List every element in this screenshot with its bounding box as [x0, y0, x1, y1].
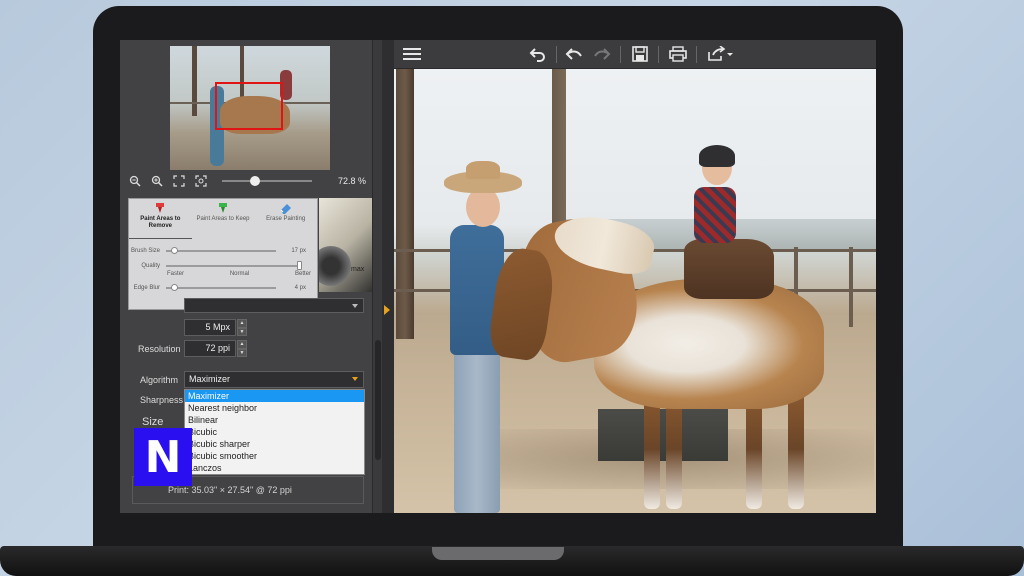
navigator-preview[interactable]: [170, 46, 330, 170]
pixels-stepper[interactable]: ▲ ▼: [237, 319, 247, 336]
remove-brush-icon: [156, 203, 165, 213]
brand-logo: N: [134, 428, 192, 486]
edge-blur-slider[interactable]: [166, 283, 276, 291]
dropdown-option[interactable]: Bicubic: [185, 426, 364, 438]
resolution-row: Resolution 72 ppi ▲ ▼: [138, 340, 247, 357]
sharpness-row: Sharpness: [140, 395, 183, 405]
collapse-arrow-icon[interactable]: [384, 305, 390, 315]
resolution-label: Resolution: [138, 343, 181, 354]
tab-erase-painting[interactable]: Erase Painting: [254, 199, 317, 239]
brush-size-slider[interactable]: [166, 246, 276, 254]
panel-collapse-divider[interactable]: [382, 40, 394, 513]
dropdown-option[interactable]: Maximizer: [185, 390, 364, 402]
zoom-controls: 72.8 %: [128, 172, 378, 190]
zoom-out-icon[interactable]: [128, 174, 142, 188]
save-icon[interactable]: [630, 45, 650, 63]
size-label: Size: [142, 416, 164, 428]
chevron-down-icon: [352, 377, 358, 381]
lens-image: [319, 246, 351, 286]
zoom-slider[interactable]: [222, 175, 312, 187]
undo-all-icon[interactable]: [528, 45, 548, 63]
undo-icon[interactable]: [564, 45, 584, 63]
algorithm-label: Algorithm: [140, 374, 179, 385]
sharpness-label: Sharpness: [140, 395, 184, 405]
top-toolbar: [394, 40, 876, 69]
resize-preset-select[interactable]: [184, 298, 364, 313]
dropdown-option[interactable]: Lanczos: [185, 462, 364, 474]
dropdown-option[interactable]: Bicubic smoother: [185, 450, 364, 462]
zoom-value: 72.8 %: [338, 176, 367, 186]
tab-paint-keep[interactable]: Paint Areas to Keep: [192, 199, 255, 239]
brush-size-slider-row: Brush Size 17 px: [130, 246, 306, 254]
zoom-in-icon[interactable]: [150, 174, 164, 188]
print-size-info: Print: 35.03" × 27.54" @ 72 ppi: [168, 485, 292, 495]
algorithm-dropdown-list: Maximizer Nearest neighbor Bilinear Bicu…: [184, 389, 365, 475]
brush-mode-tabs: Paint Areas to Remove Paint Areas to Kee…: [129, 199, 317, 239]
dropdown-option[interactable]: Nearest neighbor: [185, 402, 364, 414]
pixels-row: 5 Mpx ▲ ▼: [184, 319, 247, 336]
edge-blur-slider-row: Edge Blur 4 px: [133, 283, 306, 291]
example-thumbnail: max: [319, 198, 374, 292]
print-icon[interactable]: [668, 45, 688, 63]
keep-brush-icon: [219, 203, 227, 213]
dropdown-option[interactable]: Bicubic sharper: [185, 438, 364, 450]
edge-blur-knob[interactable]: [171, 283, 178, 291]
quality-slider-row: Quality: [129, 258, 317, 273]
app-window: 72.8 % Paint Areas to Remove Paint Areas…: [120, 40, 876, 513]
menu-icon[interactable]: [402, 45, 422, 63]
left-panel-scrollbar[interactable]: [372, 40, 382, 513]
dropdown-option[interactable]: Bilinear: [185, 414, 364, 426]
resolution-input[interactable]: 72 ppi: [184, 340, 236, 357]
brush-size-knob[interactable]: [171, 246, 178, 254]
left-panel: 72.8 % Paint Areas to Remove Paint Areas…: [120, 40, 382, 513]
pixels-input[interactable]: 5 Mpx: [184, 319, 236, 336]
zoom-slider-knob[interactable]: [250, 176, 260, 186]
scrollbar-thumb[interactable]: [375, 340, 381, 460]
fit-to-screen-icon[interactable]: [172, 174, 186, 188]
brush-tool-popup: Paint Areas to Remove Paint Areas to Kee…: [128, 198, 318, 310]
algorithm-select[interactable]: Maximizer: [184, 371, 364, 388]
actual-size-icon[interactable]: [194, 174, 208, 188]
resolution-stepper[interactable]: ▲ ▼: [237, 340, 247, 357]
quality-knob[interactable]: [297, 260, 302, 270]
resize-settings-header: [184, 298, 364, 313]
navigator-viewport-rect[interactable]: [215, 82, 283, 130]
main-photo-canvas[interactable]: [394, 69, 876, 513]
algorithm-row: Algorithm Maximizer: [140, 371, 364, 388]
eraser-icon: [280, 204, 291, 214]
export-icon[interactable]: [706, 45, 734, 63]
laptop-notch: [432, 547, 564, 560]
quality-slider[interactable]: [166, 260, 302, 270]
redo-icon[interactable]: [592, 45, 612, 63]
tab-paint-remove[interactable]: Paint Areas to Remove: [129, 199, 192, 239]
